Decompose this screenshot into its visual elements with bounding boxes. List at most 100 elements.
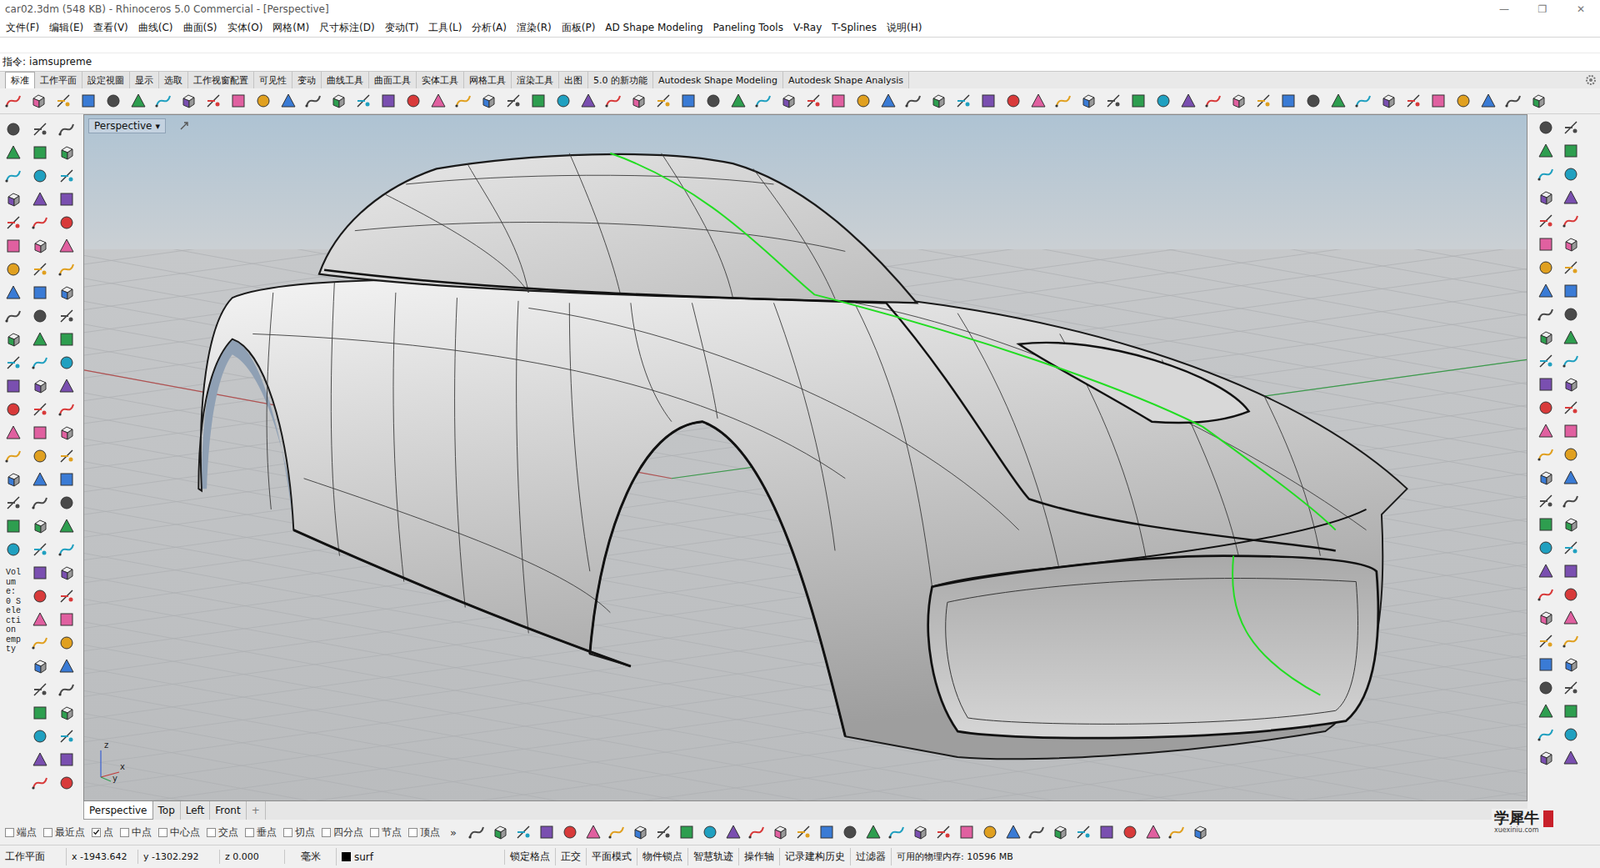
tool-icon[interactable] <box>1355 92 1372 110</box>
tool-icon[interactable] <box>58 610 75 628</box>
tool-icon[interactable] <box>538 823 555 840</box>
tool-icon[interactable] <box>31 634 49 651</box>
menu-item[interactable]: T-Splines <box>828 21 880 34</box>
tool-icon[interactable] <box>5 307 22 325</box>
tool-icon[interactable] <box>58 447 75 465</box>
viewport-tab[interactable]: Top <box>153 800 181 820</box>
tool-icon[interactable] <box>1155 92 1172 110</box>
tool-icon[interactable] <box>888 823 905 840</box>
tool-icon[interactable] <box>31 774 49 791</box>
tool-icon[interactable] <box>5 92 22 110</box>
menu-item[interactable]: 编辑(E) <box>45 20 87 35</box>
tool-icon[interactable] <box>608 823 625 840</box>
tool-icon[interactable] <box>818 823 835 840</box>
tool-icon[interactable] <box>1537 702 1555 720</box>
tool-icon[interactable] <box>1028 823 1045 840</box>
tool-icon[interactable] <box>1005 823 1022 840</box>
tool-icon[interactable] <box>1562 329 1580 346</box>
toolbar-tab[interactable]: 显示 <box>130 71 160 89</box>
osnap-checkbox[interactable] <box>120 827 130 837</box>
tool-icon[interactable] <box>1075 823 1092 840</box>
tool-icon[interactable] <box>1562 679 1580 696</box>
tool-icon[interactable] <box>630 92 647 110</box>
tool-icon[interactable] <box>1168 823 1185 840</box>
tool-icon[interactable] <box>31 424 49 441</box>
tool-icon[interactable] <box>230 92 247 110</box>
tool-icon[interactable] <box>130 92 147 110</box>
tool-icon[interactable] <box>5 167 22 185</box>
add-viewport-tab[interactable]: + <box>246 800 266 820</box>
osnap-option[interactable]: 中心点 <box>158 825 200 840</box>
tool-icon[interactable] <box>1105 92 1122 110</box>
tool-icon[interactable] <box>5 494 22 511</box>
tool-icon[interactable] <box>280 92 297 110</box>
window-control-button[interactable]: ✕ <box>1561 3 1600 15</box>
tool-icon[interactable] <box>1562 469 1580 486</box>
tool-icon[interactable] <box>1537 679 1555 696</box>
tool-icon[interactable] <box>701 823 719 840</box>
tool-icon[interactable] <box>1537 165 1555 183</box>
tool-icon[interactable] <box>58 190 75 208</box>
tool-icon[interactable] <box>795 823 812 840</box>
tool-icon[interactable] <box>31 610 49 628</box>
tool-icon[interactable] <box>911 823 929 840</box>
osnap-checkbox[interactable] <box>5 827 15 837</box>
viewport-title[interactable]: Perspective▾ <box>88 118 166 134</box>
tool-icon[interactable] <box>180 92 197 110</box>
tool-icon[interactable] <box>865 823 882 840</box>
tool-icon[interactable] <box>1537 305 1555 323</box>
tool-icon[interactable] <box>5 447 22 465</box>
tool-icon[interactable] <box>1205 92 1222 110</box>
tool-icon[interactable] <box>31 494 49 511</box>
toolbar-tab[interactable]: Autodesk Shape Modeling <box>653 71 784 89</box>
tool-icon[interactable] <box>1537 142 1555 160</box>
tool-icon[interactable] <box>1121 823 1139 840</box>
tool-icon[interactable] <box>1562 375 1580 393</box>
tool-icon[interactable] <box>55 92 72 110</box>
tool-icon[interactable] <box>1537 469 1555 486</box>
tool-icon[interactable] <box>58 120 75 138</box>
tool-icon[interactable] <box>1537 352 1555 370</box>
tool-icon[interactable] <box>680 92 697 110</box>
tool-icon[interactable] <box>678 823 695 840</box>
tool-icon[interactable] <box>205 92 222 110</box>
tool-icon[interactable] <box>5 354 22 371</box>
status-toggle[interactable]: 操作轴 <box>739 847 780 865</box>
tool-icon[interactable] <box>5 120 22 138</box>
status-toggle[interactable]: 记录建构历史 <box>780 847 851 865</box>
tool-icon[interactable] <box>631 823 649 840</box>
tool-icon[interactable] <box>430 92 447 110</box>
osnap-more-button[interactable]: » <box>450 825 457 839</box>
tool-icon[interactable] <box>1562 632 1580 650</box>
menu-item[interactable]: Paneling Tools <box>710 21 787 34</box>
tool-icon[interactable] <box>1537 632 1555 650</box>
cplane-indicator[interactable]: 工作平面 <box>0 847 67 865</box>
tool-icon[interactable] <box>1537 375 1555 393</box>
tool-icon[interactable] <box>30 92 47 110</box>
tool-icon[interactable] <box>515 823 532 840</box>
tool-icon[interactable] <box>31 284 49 301</box>
tool-icon[interactable] <box>1537 445 1555 463</box>
tool-icon[interactable] <box>730 92 747 110</box>
status-toggle[interactable]: 过滤器 <box>850 847 892 865</box>
tool-icon[interactable] <box>58 634 75 651</box>
tool-icon[interactable] <box>1051 823 1069 840</box>
menu-item[interactable]: 面板(P) <box>558 20 600 35</box>
tool-icon[interactable] <box>1480 92 1497 110</box>
tool-icon[interactable] <box>530 92 547 110</box>
tool-icon[interactable] <box>58 400 75 418</box>
tool-icon[interactable] <box>1380 92 1397 110</box>
tool-icon[interactable] <box>58 377 75 395</box>
tool-icon[interactable] <box>31 307 49 325</box>
menu-item[interactable]: 网格(M) <box>269 20 313 35</box>
tool-icon[interactable] <box>31 120 49 138</box>
tool-icon[interactable] <box>780 92 797 110</box>
tool-icon[interactable] <box>80 92 97 110</box>
status-toggle[interactable]: 物件锁点 <box>637 847 689 865</box>
tool-icon[interactable] <box>748 823 765 840</box>
tool-icon[interactable] <box>31 237 49 255</box>
tool-icon[interactable] <box>1537 422 1555 440</box>
tool-icon[interactable] <box>1562 562 1580 580</box>
tool-icon[interactable] <box>1537 399 1555 416</box>
tool-icon[interactable] <box>1405 92 1422 110</box>
